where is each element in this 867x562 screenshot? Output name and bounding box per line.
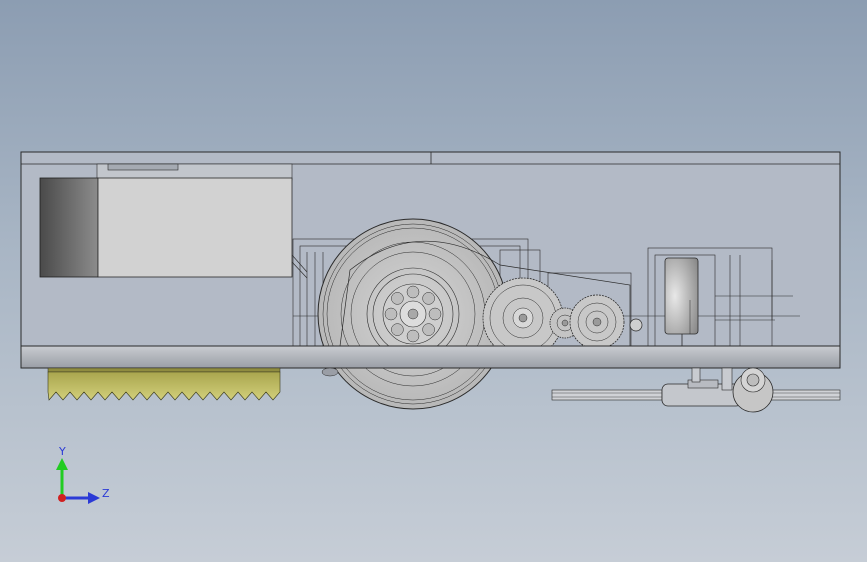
coordinate-triad[interactable]: Y Z [56, 445, 110, 504]
cad-viewport[interactable]: Y Z [0, 0, 867, 562]
gear-medium[interactable] [569, 294, 625, 350]
brush-bristles[interactable] [47, 371, 281, 401]
top-plate-tab [107, 163, 179, 171]
y-axis-arrowhead [56, 458, 68, 470]
battery-dark-cell[interactable] [39, 177, 99, 278]
gear-idler[interactable] [629, 318, 643, 332]
side-brush-left[interactable] [551, 389, 663, 401]
electronics-box[interactable] [97, 177, 293, 278]
side-brush-assembly[interactable] [551, 367, 841, 413]
front-bumper-foot [321, 367, 339, 377]
z-axis-arrowhead [88, 492, 100, 504]
z-axis-label: Z [102, 487, 110, 500]
roller-brush[interactable] [47, 367, 281, 401]
base-plate[interactable] [20, 345, 841, 369]
triad-origin [58, 494, 66, 502]
battery-pack[interactable] [39, 177, 308, 279]
y-axis-label: Y [58, 445, 66, 458]
drive-motor[interactable] [664, 257, 699, 346]
